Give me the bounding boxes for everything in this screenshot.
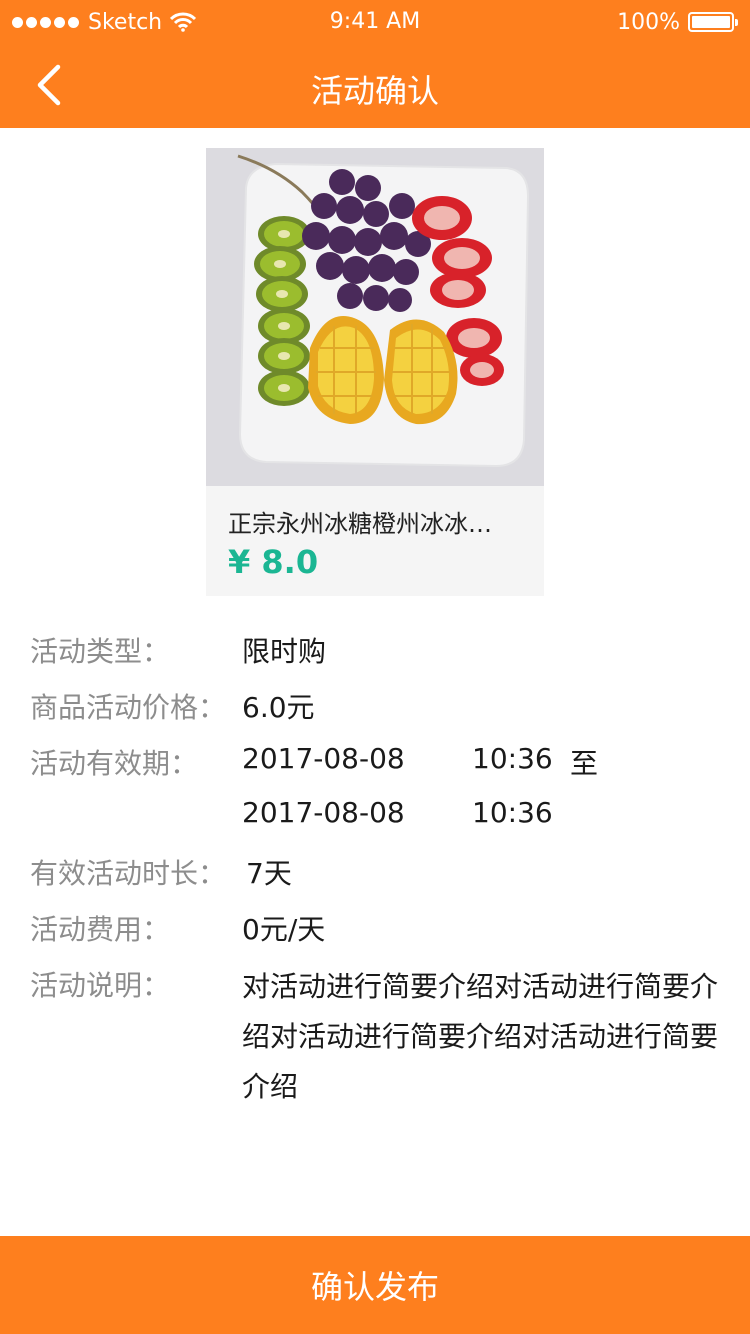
- activity-period-label: 活动有效期：: [30, 747, 199, 780]
- product-name: 正宗永州冰糖橙州冰冰…: [228, 510, 492, 538]
- activity-desc-label: 活动说明：: [30, 969, 171, 1002]
- confirm-publish-button[interactable]: 确认发布: [0, 1236, 750, 1334]
- battery-area: 100%: [617, 8, 738, 36]
- page-title: 活动确认: [310, 72, 439, 110]
- end-time: 10:36: [472, 796, 553, 829]
- start-time: 10:36: [472, 742, 553, 775]
- activity-desc-value: 对活动进行简要介绍对活动进行简要介绍对活动进行简要介绍对活动进行简要介绍: [242, 970, 719, 1103]
- header: Sketch 9:41 AM 100% 活动确认: [0, 0, 750, 128]
- activity-type-label: 活动类型：: [30, 635, 171, 668]
- start-date: 2017-08-08: [242, 742, 405, 775]
- product-card[interactable]: 正宗永州冰糖橙州冰冰… ¥ 8.0: [206, 148, 544, 596]
- product-price: ¥ 8.0: [228, 543, 319, 581]
- battery-level: [692, 16, 730, 28]
- battery-icon: [688, 12, 738, 32]
- status-bar: Sketch 9:41 AM 100%: [0, 0, 750, 40]
- product-image: [206, 148, 544, 486]
- end-date: 2017-08-08: [242, 796, 405, 829]
- activity-price-value: 6.0元: [242, 691, 315, 724]
- period-to-text: 至: [570, 747, 599, 780]
- battery-percent: 100%: [617, 9, 680, 35]
- activity-fee-label: 活动费用：: [30, 913, 171, 946]
- activity-duration-value: 7天: [246, 857, 292, 890]
- activity-type-value: 限时购: [242, 635, 327, 668]
- activity-duration-label: 有效活动时长：: [30, 857, 227, 890]
- activity-price-label: 商品活动价格：: [30, 691, 227, 724]
- fruit-plate-image: [206, 148, 544, 486]
- activity-fee-value: 0元/天: [242, 913, 326, 946]
